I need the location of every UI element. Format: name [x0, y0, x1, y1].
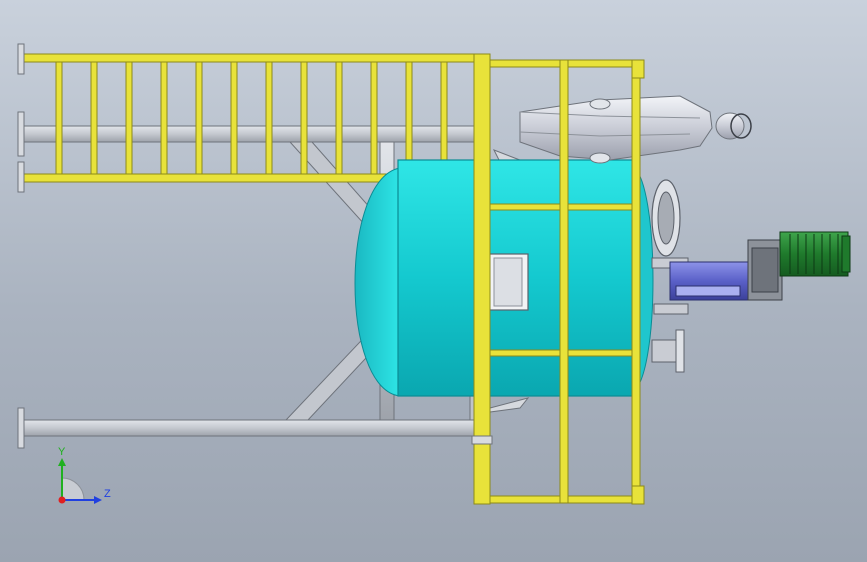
x-axis-icon — [58, 496, 66, 504]
nozzle[interactable] — [651, 303, 689, 373]
manway-flange[interactable] — [651, 179, 681, 257]
cad-viewport[interactable]: Y Z — [0, 0, 867, 562]
ladder-rung — [55, 61, 63, 175]
ladder-rung — [370, 61, 378, 175]
z-axis-label: Z — [104, 488, 111, 500]
ladder-rung — [335, 61, 343, 175]
axis-triad: Y Z — [58, 446, 111, 504]
y-axis-label: Y — [58, 446, 66, 458]
ladder-rung — [90, 61, 98, 175]
ladder-rung — [125, 61, 133, 175]
ladder-rung — [440, 61, 448, 175]
model-graphics-area[interactable]: Y Z — [0, 0, 867, 562]
agitator-motor[interactable] — [651, 231, 851, 301]
ladder-rung — [300, 61, 308, 175]
ladder-rung — [195, 61, 203, 175]
ladder-rung — [405, 61, 413, 175]
ladder-rung — [160, 61, 168, 175]
ladder-rung — [230, 61, 238, 175]
ladder-rung — [265, 61, 273, 175]
tank-vessel[interactable] — [354, 159, 654, 397]
